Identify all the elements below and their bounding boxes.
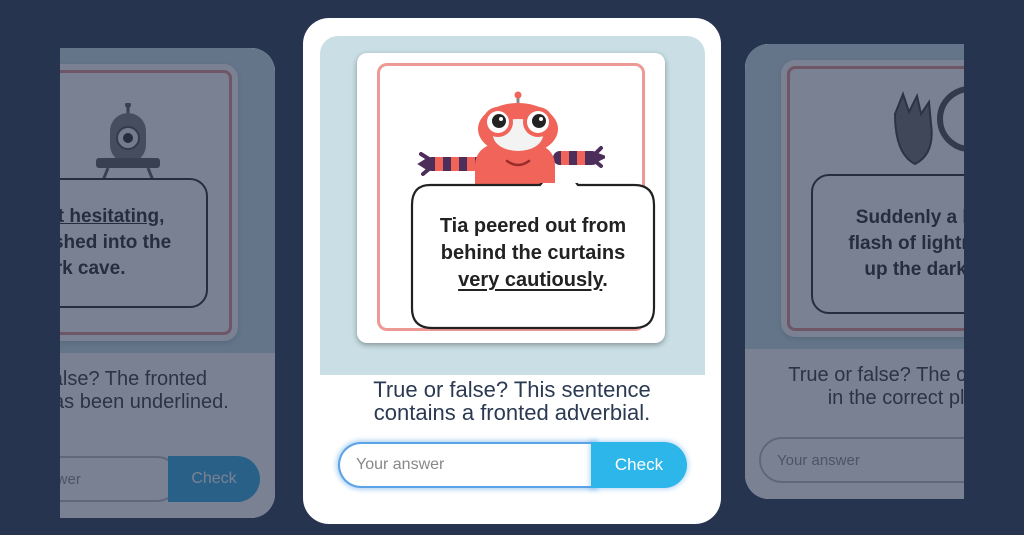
picture-panel: Tia peered out from behind the curtains … bbox=[320, 36, 705, 375]
answer-input[interactable]: Your answer bbox=[60, 456, 180, 502]
speech-bubble: Suddenly a bright flash of lightning lit… bbox=[811, 174, 964, 314]
next-question-card[interactable]: Suddenly a bright flash of lightning lit… bbox=[745, 44, 964, 499]
previous-question-card[interactable]: Without hesitating, Tom dashed into the … bbox=[60, 48, 275, 518]
picture-panel: Suddenly a bright flash of lightning lit… bbox=[745, 44, 964, 349]
check-button[interactable]: Check bbox=[168, 456, 260, 502]
speech-bubble: Tia peered out from behind the curtains … bbox=[410, 183, 656, 330]
picture-panel: Without hesitating, Tom dashed into the … bbox=[60, 48, 275, 353]
question-text: True or false? This sentence contains a … bbox=[373, 377, 651, 425]
question-card: Tia peered out from behind the curtains … bbox=[303, 18, 721, 524]
answer-input[interactable]: Your answer bbox=[759, 437, 964, 483]
speech-bubble: Without hesitating, Tom dashed into the … bbox=[60, 178, 208, 308]
question-text: True or false? The fronted adverbial has… bbox=[60, 368, 229, 413]
red-robot-icon bbox=[417, 91, 605, 191]
speech-bubble-text: Tia peered out from behind the curtains … bbox=[439, 215, 627, 291]
check-button[interactable]: Check bbox=[591, 442, 687, 488]
picture-frame-border: Tia peered out from behind the curtains … bbox=[377, 63, 656, 331]
answer-input[interactable] bbox=[338, 442, 596, 488]
picture-frame: Tia peered out from behind the curtains … bbox=[357, 53, 665, 343]
question-text: True or false? The comma is in the corre… bbox=[788, 364, 964, 409]
